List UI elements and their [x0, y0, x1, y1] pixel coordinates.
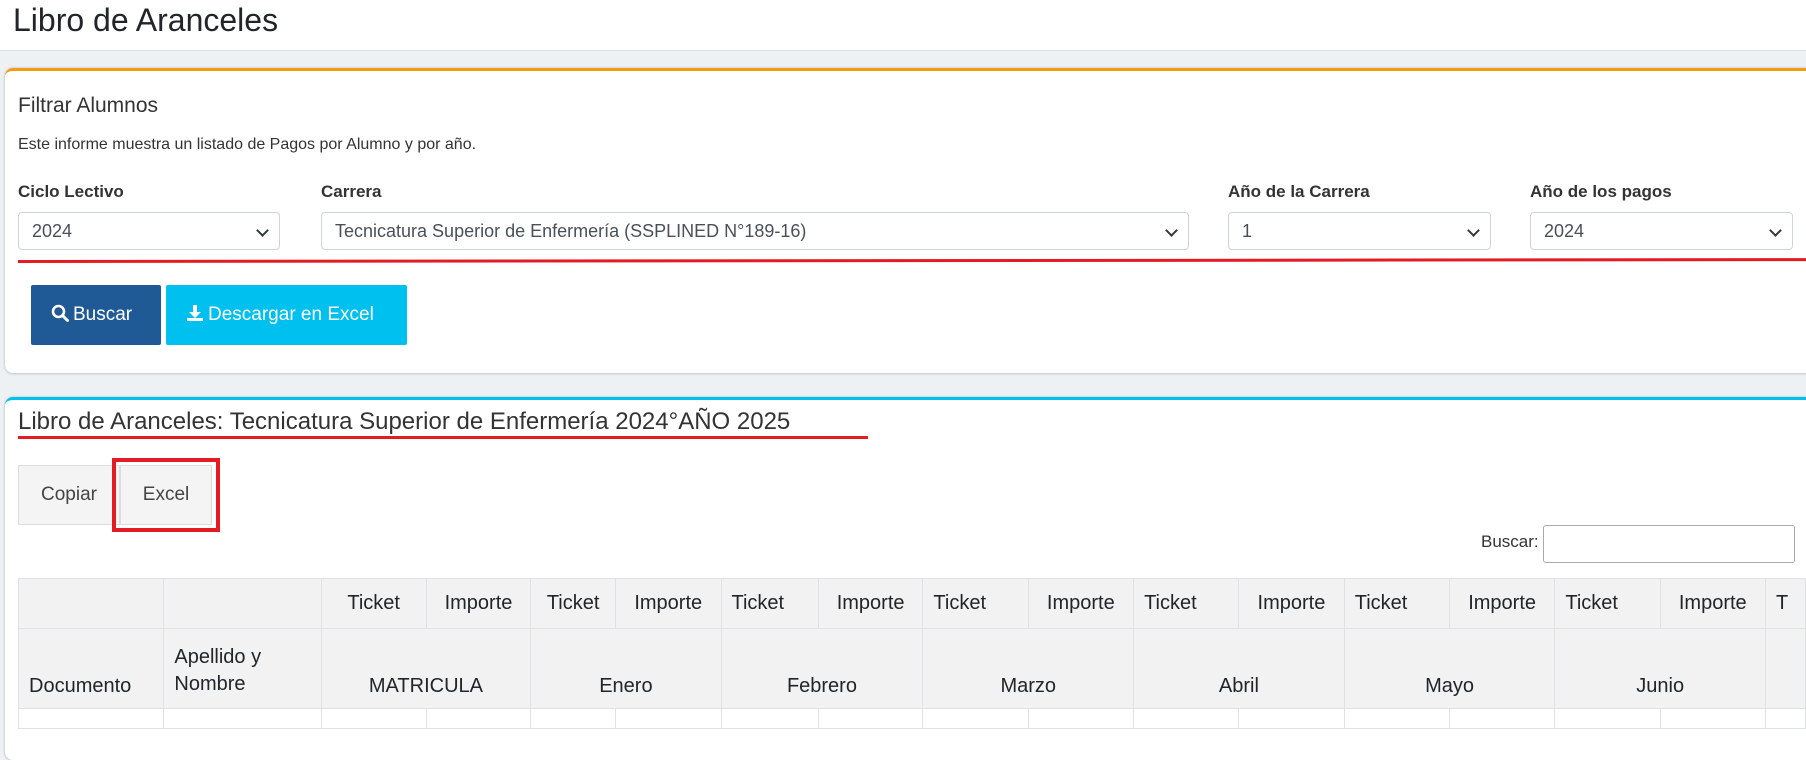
descargar-excel-label: Descargar en Excel — [208, 304, 374, 325]
chevron-down-icon — [256, 224, 269, 237]
table-header-cell: Ticket — [530, 578, 616, 629]
table-header-cell: Importe — [614, 578, 722, 629]
anio-carrera-value: 1 — [1242, 221, 1253, 241]
chevron-down-icon — [1769, 224, 1782, 237]
copy-button[interactable]: Copiar — [18, 465, 120, 525]
column-header-enero[interactable]: Enero — [530, 628, 722, 709]
table-header-row: Ticket Importe Ticket Importe Ticket Imp… — [17, 578, 1806, 629]
table-header-cell: Ticket — [1554, 578, 1661, 629]
filter-title: Filtrar Alumnos — [18, 94, 159, 117]
table-header-cell: Ticket — [720, 578, 819, 629]
column-header-mayo[interactable]: Mayo — [1343, 628, 1556, 709]
page-title: Libro de Aranceles — [13, 2, 279, 38]
download-icon — [187, 305, 203, 321]
table-header-cell: Ticket — [922, 578, 1029, 629]
table-header-cell: Ticket — [320, 578, 427, 629]
anio-pagos-select[interactable]: 2024 — [1530, 212, 1793, 250]
ciclo-lectivo-label: Ciclo Lectivo — [18, 182, 124, 201]
column-header-apellido[interactable]: Apellido y Nombre — [163, 628, 322, 709]
aranceles-table: Ticket Importe Ticket Importe Ticket Imp… — [17, 578, 1806, 729]
carrera-value: Tecnicatura Superior de Enfermería (SSPL… — [335, 221, 807, 241]
table-header-cell: Importe — [817, 578, 924, 629]
table-header-cell: T — [1765, 578, 1806, 629]
column-header-junio[interactable]: Junio — [1554, 628, 1767, 709]
table-header-cell: Importe — [1448, 578, 1556, 629]
table-header-cell: Importe — [1659, 578, 1767, 629]
search-label: Buscar: — [1481, 532, 1539, 551]
annotation-box — [112, 458, 220, 532]
column-header-febrero[interactable]: Febrero — [720, 628, 924, 709]
column-header-partial — [1765, 628, 1806, 709]
carrera-select[interactable]: Tecnicatura Superior de Enfermería (SSPL… — [321, 212, 1189, 250]
descargar-excel-button[interactable]: Descargar en Excel — [166, 285, 407, 345]
table-header-cell: Importe — [1238, 578, 1345, 629]
chevron-down-icon — [1165, 224, 1178, 237]
carrera-label: Carrera — [321, 182, 382, 201]
column-header-marzo[interactable]: Marzo — [922, 628, 1135, 709]
table-header-cell — [17, 578, 165, 629]
table-header-cell: Ticket — [1343, 578, 1450, 629]
search-icon — [51, 304, 69, 322]
table-header-cell — [163, 578, 322, 629]
anio-pagos-label: Año de los pagos — [1530, 182, 1672, 201]
anio-pagos-value: 2024 — [1544, 221, 1585, 241]
anio-carrera-label: Año de la Carrera — [1228, 182, 1370, 201]
column-header-matricula[interactable]: MATRICULA — [320, 628, 532, 709]
annotation-underline — [18, 436, 868, 439]
ciclo-lectivo-select[interactable]: 2024 — [18, 212, 280, 250]
chevron-down-icon — [1467, 224, 1480, 237]
table-header-row: Documento Apellido y Nombre MATRICULA En… — [17, 628, 1806, 709]
table-row — [17, 708, 1806, 729]
anio-carrera-select[interactable]: 1 — [1228, 212, 1491, 250]
table-header-cell: Ticket — [1133, 578, 1240, 629]
table-title: Libro de Aranceles: Tecnicatura Superior… — [18, 408, 791, 435]
table-header-cell: Importe — [1027, 578, 1135, 629]
table-header-cell: Importe — [425, 578, 532, 629]
column-header-documento[interactable]: Documento — [17, 628, 165, 709]
ciclo-lectivo-value: 2024 — [32, 221, 73, 241]
buscar-button[interactable]: Buscar — [31, 285, 161, 345]
buscar-label: Buscar — [73, 304, 133, 325]
column-header-abril[interactable]: Abril — [1133, 628, 1345, 709]
search-input[interactable] — [1543, 525, 1795, 563]
filter-description: Este informe muestra un listado de Pagos… — [18, 136, 477, 153]
